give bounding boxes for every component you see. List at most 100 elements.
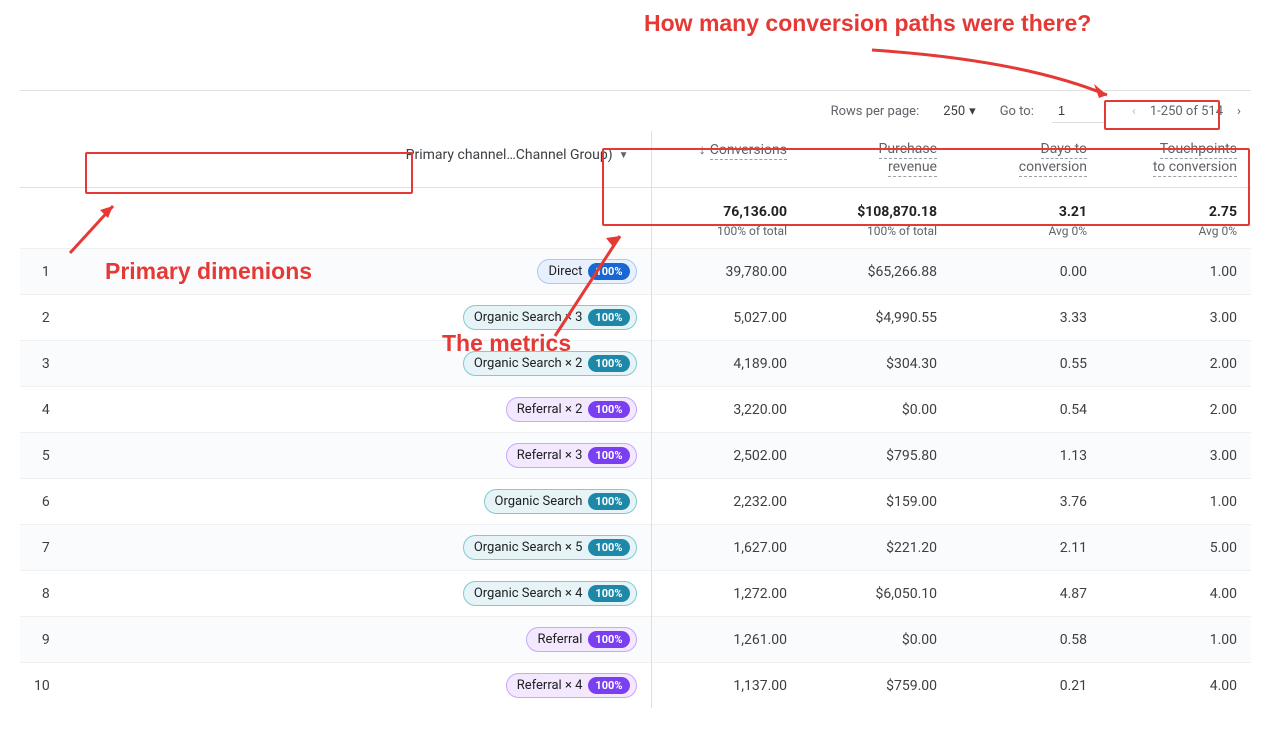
cell-days: 0.00 — [951, 249, 1101, 295]
row-index: 3 — [20, 341, 64, 387]
total-revenue: $108,870.18 — [857, 204, 937, 220]
channel-pct-badge: 100% — [588, 355, 629, 372]
totals-row: 76,136.00100% of total $108,870.18100% o… — [20, 188, 1251, 249]
channel-pct-badge: 100% — [588, 309, 629, 326]
channel-pill[interactable]: Referral × 4100% — [506, 673, 637, 698]
cell-conversions: 4,189.00 — [651, 341, 801, 387]
cell-days: 0.58 — [951, 617, 1101, 663]
row-index: 9 — [20, 617, 64, 663]
cell-conversions: 1,627.00 — [651, 525, 801, 571]
caret-down-icon: ▾ — [969, 104, 976, 119]
channel-label: Organic Search × 4 — [474, 586, 583, 601]
cell-days: 3.76 — [951, 479, 1101, 525]
table-row[interactable]: 6Organic Search100%2,232.00$159.003.761.… — [20, 479, 1251, 525]
sort-descending-icon: ↓ — [699, 142, 706, 158]
channel-label: Organic Search — [495, 494, 583, 509]
cell-revenue: $304.30 — [801, 341, 951, 387]
page-range: 1-250 of 514 — [1150, 104, 1223, 119]
total-conversions: 76,136.00 — [723, 204, 787, 220]
cell-revenue: $159.00 — [801, 479, 951, 525]
channel-pill[interactable]: Referral 100% — [526, 627, 636, 652]
channel-pill[interactable]: Organic Search × 4 100% — [463, 581, 637, 606]
channel-pct-badge: 100% — [588, 585, 629, 602]
goto-input[interactable] — [1052, 99, 1104, 123]
cell-touchpoints: 2.00 — [1101, 341, 1251, 387]
cell-conversions: 39,780.00 — [651, 249, 801, 295]
cell-conversions: 5,027.00 — [651, 295, 801, 341]
next-page-button[interactable]: › — [1227, 99, 1251, 123]
cell-revenue: $0.00 — [801, 617, 951, 663]
table-row[interactable]: 9Referral100%1,261.00$0.000.581.00 — [20, 617, 1251, 663]
channel-pct-badge: 100% — [588, 493, 629, 510]
channel-pill[interactable]: Referral × 2100% — [506, 397, 637, 422]
cell-touchpoints: 4.00 — [1101, 571, 1251, 617]
cell-conversions: 2,502.00 — [651, 433, 801, 479]
channel-pill[interactable]: Organic Search × 5 100% — [463, 535, 637, 560]
total-touchpoints: 2.75 — [1209, 204, 1237, 220]
rows-per-page-value: 250 — [943, 104, 965, 119]
cell-days: 0.54 — [951, 387, 1101, 433]
column-header-touchpoints-to-conversion[interactable]: Touchpoints to conversion — [1101, 131, 1251, 188]
channel-pill[interactable]: Organic Search × 2 100% — [463, 351, 637, 376]
goto-label: Go to: — [1000, 104, 1034, 119]
row-index: 8 — [20, 571, 64, 617]
channel-label: Referral × 4 — [517, 678, 583, 693]
cell-touchpoints: 1.00 — [1101, 617, 1251, 663]
rows-per-page-select[interactable]: 250 ▾ — [937, 100, 981, 123]
cell-touchpoints: 4.00 — [1101, 663, 1251, 709]
table-row[interactable]: 10Referral × 4100%1,137.00$759.000.214.0… — [20, 663, 1251, 709]
annotation-conversion-paths: How many conversion paths were there? — [644, 10, 1091, 37]
channel-pct-badge: 100% — [588, 539, 629, 556]
channel-label: Organic Search × 5 — [474, 540, 583, 555]
cell-touchpoints: 5.00 — [1101, 525, 1251, 571]
table-row[interactable]: 1Direct100%39,780.00$65,266.880.001.00 — [20, 249, 1251, 295]
cell-conversions: 2,232.00 — [651, 479, 801, 525]
table-row[interactable]: 4Referral × 2100%3,220.00$0.000.542.00 — [20, 387, 1251, 433]
cell-days: 0.21 — [951, 663, 1101, 709]
cell-touchpoints: 2.00 — [1101, 387, 1251, 433]
channel-pill[interactable]: Organic Search 100% — [484, 489, 637, 514]
cell-revenue: $759.00 — [801, 663, 951, 709]
caret-down-icon: ▼ — [619, 150, 629, 161]
column-header-conversions[interactable]: ↓Conversions — [651, 131, 801, 188]
channel-pct-badge: 100% — [588, 401, 629, 418]
cell-days: 0.55 — [951, 341, 1101, 387]
conversion-paths-table: Primary channel…Channel Group) ▼ ↓Conver… — [20, 131, 1251, 708]
cell-revenue: $6,050.10 — [801, 571, 951, 617]
total-days: 3.21 — [1059, 204, 1087, 220]
channel-label: Referral × 3 — [517, 448, 583, 463]
prev-page-button[interactable]: ‹ — [1122, 99, 1146, 123]
cell-revenue: $795.80 — [801, 433, 951, 479]
channel-label: Organic Search × 2 — [474, 356, 583, 371]
channel-label: Organic Search × 3 — [474, 310, 583, 325]
cell-days: 1.13 — [951, 433, 1101, 479]
table-row[interactable]: 2 Organic Search × 3 100% 5,027.00$4,990.55… — [20, 295, 1251, 341]
channel-pct-badge: 100% — [588, 263, 629, 280]
row-index: 2 — [20, 295, 64, 341]
cell-touchpoints: 3.00 — [1101, 295, 1251, 341]
table-row[interactable]: 7Organic Search × 5100%1,627.00$221.202.… — [20, 525, 1251, 571]
column-header-days-to-conversion[interactable]: Days to conversion — [951, 131, 1101, 188]
channel-pill[interactable]: Referral × 3100% — [506, 443, 637, 468]
channel-label: Direct — [548, 264, 582, 279]
channel-pill[interactable]: Organic Search × 3 100% — [463, 305, 637, 330]
chevron-left-icon: ‹ — [1132, 104, 1136, 119]
cell-touchpoints: 1.00 — [1101, 479, 1251, 525]
cell-revenue: $65,266.88 — [801, 249, 951, 295]
row-index: 4 — [20, 387, 64, 433]
cell-revenue: $4,990.55 — [801, 295, 951, 341]
cell-revenue: $221.20 — [801, 525, 951, 571]
primary-dimension-dropdown[interactable]: Primary channel…Channel Group) ▼ — [398, 141, 637, 169]
column-header-purchase-revenue[interactable]: Purchase revenue — [801, 131, 951, 188]
pagination-controls: Rows per page: 250 ▾ Go to: ‹ 1-250 of 5… — [20, 90, 1251, 131]
channel-pct-badge: 100% — [588, 631, 629, 648]
cell-conversions: 1,272.00 — [651, 571, 801, 617]
table-row[interactable]: 8 Organic Search × 4 100% 1,272.00$6,050.10… — [20, 571, 1251, 617]
channel-pill[interactable]: Direct 100% — [537, 259, 636, 284]
channel-label: Referral — [537, 632, 582, 647]
table-row[interactable]: 3 Organic Search × 2 100% 4,189.00$304.300.… — [20, 341, 1251, 387]
rows-per-page-label: Rows per page: — [831, 104, 920, 119]
cell-days: 2.11 — [951, 525, 1101, 571]
cell-revenue: $0.00 — [801, 387, 951, 433]
table-row[interactable]: 5Referral × 3100%2,502.00$795.801.133.00 — [20, 433, 1251, 479]
